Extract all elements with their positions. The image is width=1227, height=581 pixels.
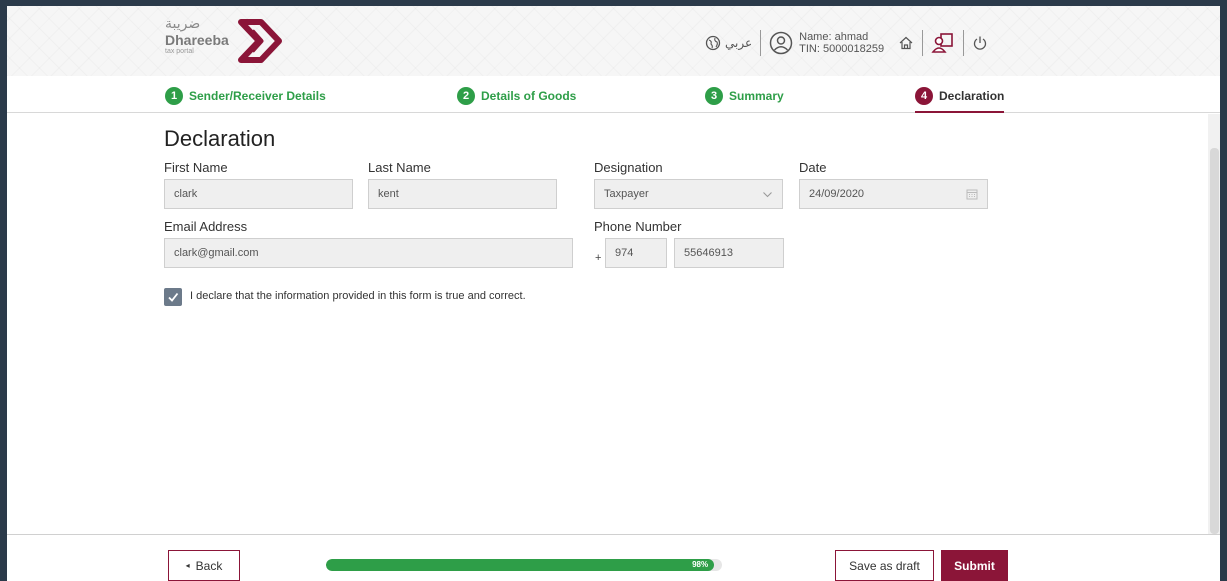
first-name-field[interactable]: clark	[164, 179, 353, 209]
step-number: 4	[915, 87, 933, 105]
designation-label: Designation	[594, 160, 663, 175]
scrollbar-thumb[interactable]	[1210, 148, 1219, 534]
last-name-value: kent	[378, 188, 399, 200]
step-sender-receiver[interactable]: 1 Sender/Receiver Details	[165, 87, 326, 105]
first-name-label: First Name	[164, 160, 228, 175]
header-divider	[963, 30, 965, 56]
progress-steps: 1 Sender/Receiver Details 2 Details of G…	[7, 83, 1220, 113]
step-label: Details of Goods	[481, 89, 577, 103]
dhareeba-logo[interactable]: ضريبة Dhareeba tax portal	[165, 16, 295, 66]
last-name-label: Last Name	[368, 160, 431, 175]
phone-country-code-value: 974	[615, 247, 634, 259]
step-label: Summary	[729, 89, 784, 103]
logo-sub-text: tax portal	[165, 48, 194, 55]
email-field[interactable]: clark@gmail.com	[164, 238, 573, 268]
back-button[interactable]: ◂ Back	[168, 550, 240, 581]
checkmark-icon	[168, 292, 179, 302]
chevron-down-icon	[762, 189, 773, 203]
submit-button[interactable]: Submit	[941, 550, 1008, 581]
step-details-of-goods[interactable]: 2 Details of Goods	[457, 87, 576, 105]
designation-value: Taxpayer	[604, 188, 649, 200]
phone-label: Phone Number	[594, 219, 682, 234]
phone-number-value: 55646913	[684, 247, 733, 259]
phone-plus-sign: +	[595, 252, 602, 264]
language-label: عربي	[725, 36, 753, 50]
step-number: 2	[457, 87, 475, 105]
user-tin: TIN: 5000018259	[799, 43, 885, 55]
step-number: 1	[165, 87, 183, 105]
logo-chevron-mark	[238, 19, 282, 63]
caret-left-icon: ◂	[185, 561, 190, 570]
top-header: ضريبة Dhareeba tax portal عربي Name: ahm…	[7, 6, 1220, 76]
logo-arabic-text: ضريبة	[165, 16, 201, 32]
user-info[interactable]: Name: ahmad TIN: 5000018259	[769, 31, 884, 55]
header-divider	[760, 30, 762, 56]
email-label: Email Address	[164, 219, 248, 234]
back-button-label: Back	[195, 558, 223, 573]
progress-fill: 98%	[326, 559, 715, 571]
declaration-text: I declare that the information provided …	[190, 290, 526, 302]
header-actions: عربي Name: ahmad TIN: 5000018259	[705, 26, 988, 60]
page-title: Declaration	[164, 126, 276, 151]
date-label: Date	[799, 160, 827, 175]
user-icon	[769, 31, 793, 55]
email-value: clark@gmail.com	[174, 247, 259, 259]
globe-icon	[705, 35, 721, 51]
submit-label: Submit	[954, 558, 995, 573]
progress-percent: 98%	[692, 560, 709, 569]
profile-switch-icon[interactable]	[931, 31, 955, 55]
app-window: ضريبة Dhareeba tax portal عربي Name: ahm…	[7, 6, 1220, 581]
progress-bar: 98%	[326, 559, 722, 571]
language-switch[interactable]: عربي	[705, 35, 752, 51]
step-number: 3	[705, 87, 723, 105]
step-label: Declaration	[939, 89, 1005, 103]
step-label: Sender/Receiver Details	[189, 89, 326, 103]
step-summary[interactable]: 3 Summary	[705, 87, 784, 105]
footer-bar: ◂ Back 98% Save as draft Submit	[7, 534, 1220, 581]
save-draft-button[interactable]: Save as draft	[835, 550, 934, 581]
user-name: Name: ahmad	[799, 31, 869, 43]
phone-number-field[interactable]: 55646913	[674, 238, 784, 268]
logo-name-text: Dhareeba	[165, 32, 229, 48]
designation-select[interactable]: Taxpayer	[594, 179, 783, 209]
save-draft-label: Save as draft	[849, 558, 920, 573]
phone-country-code-field[interactable]: 974	[605, 238, 667, 268]
calendar-icon[interactable]	[966, 188, 978, 203]
date-field[interactable]: 24/09/2020	[799, 179, 988, 209]
power-icon[interactable]	[972, 35, 988, 51]
header-divider	[922, 30, 924, 56]
home-icon[interactable]	[898, 35, 914, 51]
declaration-checkbox[interactable]	[164, 288, 182, 306]
date-value: 24/09/2020	[809, 188, 865, 200]
first-name-value: clark	[174, 188, 198, 200]
step-declaration[interactable]: 4 Declaration	[915, 87, 1005, 113]
last-name-field[interactable]: kent	[368, 179, 557, 209]
